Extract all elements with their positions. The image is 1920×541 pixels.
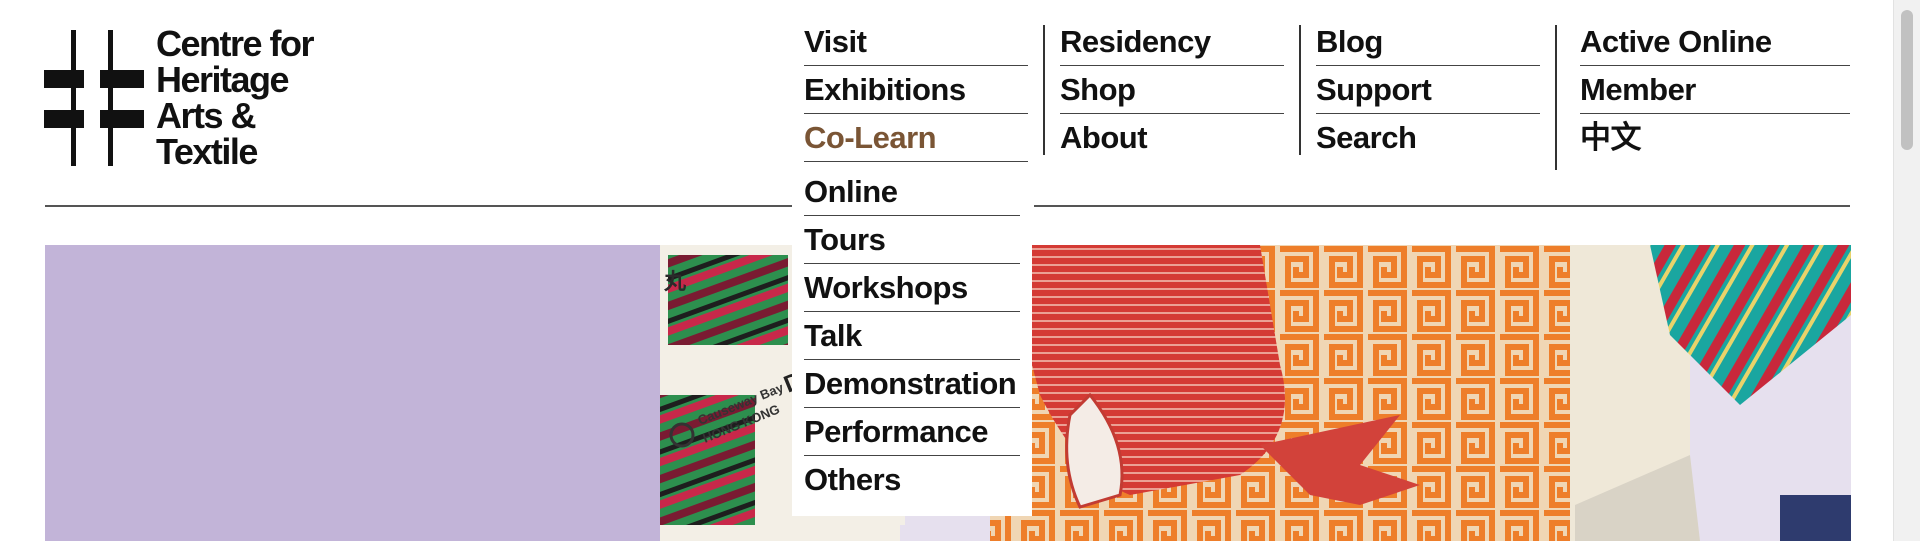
vertical-scrollbar[interactable]	[1893, 0, 1920, 541]
site-logo[interactable]: Centre for Heritage Arts & Textile	[44, 26, 344, 170]
nav-column-divider	[1043, 25, 1045, 155]
nav-column-4: Active Online Member 中文	[1580, 18, 1850, 162]
submenu-item-workshops[interactable]: Workshops	[804, 264, 1020, 312]
nav-column-divider	[1555, 25, 1557, 170]
nav-column-2: Residency Shop About	[1060, 18, 1284, 162]
nav-column-1: Visit Exhibitions Co-Learn	[804, 18, 1028, 162]
logo-wordmark: Centre for Heritage Arts & Textile	[156, 26, 356, 170]
co-learn-dropdown-menu: Online Tours Workshops Talk Demonstratio…	[792, 168, 1032, 516]
hero-color-panel	[45, 245, 660, 541]
nav-item-support[interactable]: Support	[1316, 66, 1540, 114]
submenu-item-performance[interactable]: Performance	[804, 408, 1020, 456]
nav-item-search[interactable]: Search	[1316, 114, 1540, 162]
submenu-item-tours[interactable]: Tours	[804, 216, 1020, 264]
scrollbar-thumb[interactable]	[1901, 10, 1913, 150]
logo-line: Centre for	[156, 23, 315, 64]
header-divider-right	[1034, 205, 1850, 207]
submenu-item-others[interactable]: Others	[804, 456, 1020, 504]
nav-item-visit[interactable]: Visit	[804, 18, 1028, 66]
nav-item-chinese[interactable]: 中文	[1580, 114, 1850, 162]
header-divider-left	[45, 205, 792, 207]
nav-item-co-learn[interactable]: Co-Learn	[804, 114, 1028, 162]
logo-line: Textile	[156, 131, 258, 172]
nav-column-divider	[1299, 25, 1301, 155]
submenu-item-talk[interactable]: Talk	[804, 312, 1020, 360]
nav-item-exhibitions[interactable]: Exhibitions	[804, 66, 1028, 114]
nav-item-member[interactable]: Member	[1580, 66, 1850, 114]
submenu-item-online[interactable]: Online	[804, 168, 1020, 216]
nav-item-about[interactable]: About	[1060, 114, 1284, 162]
logo-hash-mark-icon	[44, 30, 144, 166]
submenu-item-demonstration[interactable]: Demonstration	[804, 360, 1020, 408]
logo-line: Arts &	[156, 95, 257, 136]
nav-item-residency[interactable]: Residency	[1060, 18, 1284, 66]
nav-item-blog[interactable]: Blog	[1316, 18, 1540, 66]
nav-column-3: Blog Support Search	[1316, 18, 1540, 162]
nav-item-active-online[interactable]: Active Online	[1580, 18, 1850, 66]
nav-item-shop[interactable]: Shop	[1060, 66, 1284, 114]
logo-line: Heritage	[156, 59, 290, 100]
svg-text:丸: 丸	[663, 270, 687, 295]
